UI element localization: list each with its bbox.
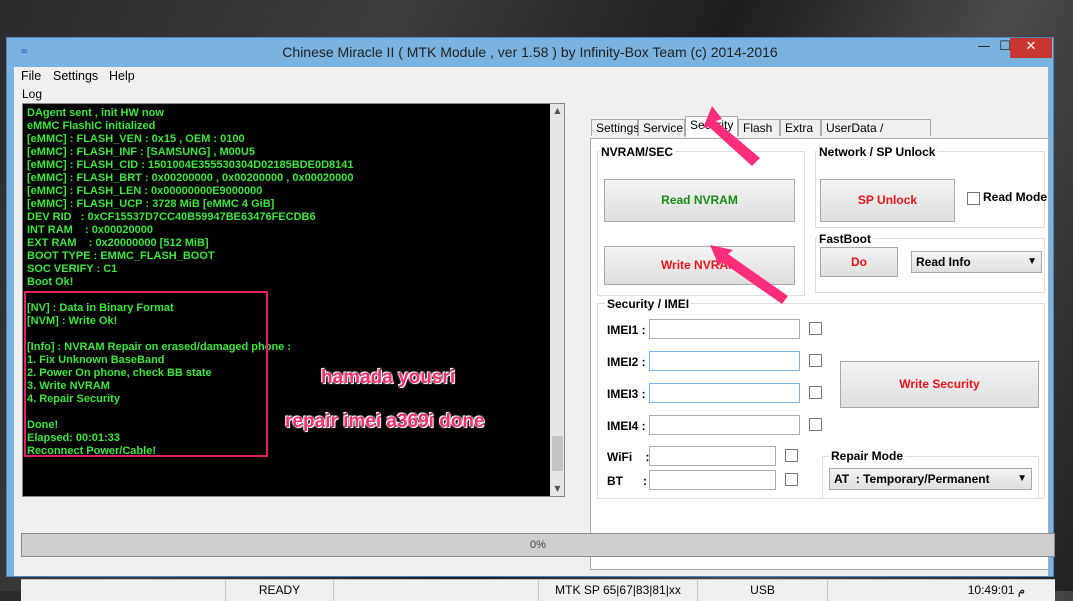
annotation-arrows bbox=[703, 106, 788, 304]
pointer-arrow-security bbox=[703, 106, 760, 166]
pointer-arrow-write-nvram bbox=[710, 245, 788, 304]
